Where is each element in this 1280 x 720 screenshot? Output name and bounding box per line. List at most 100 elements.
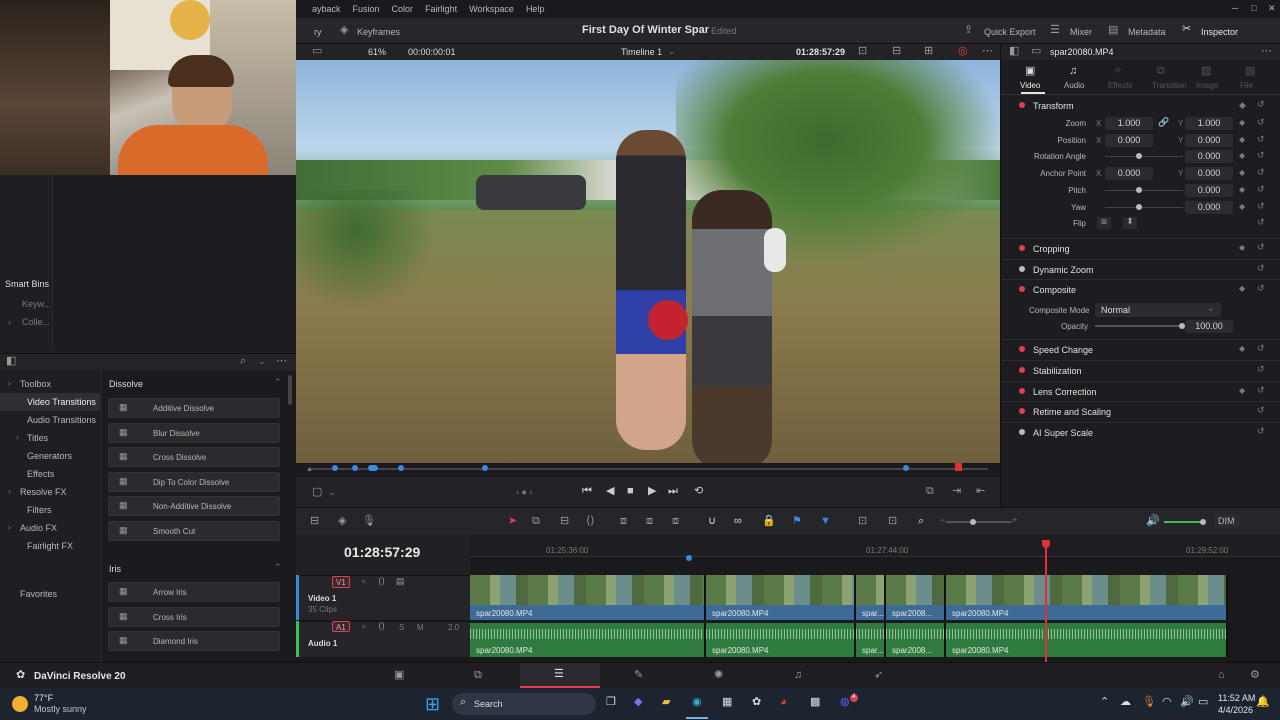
volume-icon[interactable]: 🔊	[1146, 516, 1160, 527]
audio-clip[interactable]: spar...	[856, 623, 886, 657]
video-clip[interactable]: spar2008...	[886, 575, 946, 620]
value-field[interactable]: 0.000	[1185, 167, 1233, 181]
transition-item[interactable]: ▦ Diamond Iris	[108, 631, 280, 652]
replace-clip-icon[interactable]: ⧈	[672, 516, 679, 527]
prev-edit-icon[interactable]: ⇥	[952, 486, 961, 497]
value-field[interactable]: 0.000	[1185, 133, 1233, 147]
transition-item[interactable]: ▦ Cross Iris	[108, 606, 280, 627]
mic-icon[interactable]: 🎙	[1142, 697, 1156, 708]
clock-time[interactable]: 11:52 AM	[1218, 693, 1255, 703]
resolve-taskbar-icon[interactable]: ✿	[752, 697, 761, 708]
keyframe-icon[interactable]: ◆	[1239, 284, 1245, 293]
battery-icon[interactable]: ▭	[1198, 697, 1208, 708]
deliver-page-icon[interactable]: ➶	[874, 670, 883, 681]
inspector-section-header[interactable]: AI Super Scale	[1033, 428, 1093, 438]
zoom-custom-icon[interactable]: ⌕	[918, 516, 924, 527]
store-icon[interactable]: ▦	[722, 697, 732, 708]
inspector-tab[interactable]: ▣ Video	[1013, 64, 1053, 94]
chevron-right-icon[interactable]: ›	[8, 317, 11, 327]
minimize-icon[interactable]: ─	[1232, 3, 1238, 13]
marker[interactable]	[332, 465, 338, 471]
discord-icon[interactable]: ◍	[840, 697, 850, 708]
playhead[interactable]	[1045, 540, 1047, 662]
transition-item[interactable]: ▦ Additive Dissolve	[108, 398, 280, 418]
panel-toggle-icon[interactable]: ◧	[6, 356, 16, 367]
reset-icon[interactable]: ↺	[1257, 217, 1265, 228]
viewer-zoom[interactable]: 61%	[368, 47, 386, 57]
v1-track-tag[interactable]: V1	[332, 576, 350, 588]
wifi-icon[interactable]: ◠	[1162, 697, 1172, 708]
maximize-icon[interactable]: □	[1251, 3, 1256, 13]
composite-mode-select[interactable]: Normal ⌄	[1095, 303, 1221, 317]
media-page-icon[interactable]: ▣	[394, 670, 404, 681]
enable-dot[interactable]	[1019, 429, 1025, 435]
reset-icon[interactable]: ↺	[1257, 283, 1265, 294]
inspector-button[interactable]: Inspector	[1201, 27, 1238, 37]
slider-handle[interactable]	[1136, 203, 1142, 210]
color-page-icon[interactable]: ✺	[714, 670, 723, 681]
video-clip[interactable]: spar...	[856, 575, 886, 620]
weather-icon[interactable]	[12, 696, 28, 712]
more-options-icon[interactable]: ⋯	[276, 356, 287, 367]
go-to-end-icon[interactable]: ⏭	[668, 486, 678, 497]
keyframe-icon[interactable]: ◆	[1239, 185, 1245, 194]
reset-icon[interactable]: ↺	[1257, 242, 1265, 253]
slider-handle[interactable]	[1136, 186, 1142, 193]
opacity-slider[interactable]	[1095, 325, 1183, 327]
audio-clip[interactable]: spar2008...	[886, 623, 946, 657]
volume-handle[interactable]	[1200, 519, 1206, 525]
transition-item[interactable]: ▦ Non-Additive Dissolve	[108, 496, 280, 517]
keyframes-button[interactable]: Keyframes	[357, 27, 400, 37]
reset-icon[interactable]: ↺	[1257, 364, 1265, 375]
tree-item[interactable]: › Audio FX	[0, 519, 100, 537]
video-clip[interactable]: spar20080.MP4	[470, 575, 706, 620]
reset-icon[interactable]: ↺	[1257, 134, 1265, 145]
link-icon[interactable]: 🔗	[1158, 118, 1169, 127]
edge-icon[interactable]: ◉	[692, 697, 702, 708]
volume-slider[interactable]	[1164, 521, 1204, 523]
smart-bin-collections[interactable]: Colle...	[22, 317, 50, 327]
inspector-tab[interactable]: ✧ Effects	[1101, 64, 1141, 92]
reset-icon[interactable]: ↺	[1257, 167, 1265, 178]
zoom-in-icon[interactable]: +	[1012, 515, 1017, 525]
trim-tool-icon[interactable]: ⧉	[532, 516, 540, 527]
dim-button[interactable]: DIM	[1214, 514, 1240, 528]
viewer-scrubber[interactable]: ▲	[296, 463, 1000, 477]
menu-playback[interactable]: ayback	[312, 4, 341, 14]
settings-icon[interactable]: ⚙	[1250, 670, 1260, 681]
clock-date[interactable]: 4/4/2026	[1218, 705, 1253, 715]
edit-page-tab[interactable]: ☰	[520, 663, 600, 688]
menu-help[interactable]: Help	[526, 4, 545, 14]
transform-overlay-icon[interactable]: ⊞	[924, 46, 933, 57]
tree-item[interactable]: › Titles	[0, 429, 100, 447]
enable-dot[interactable]	[1019, 102, 1025, 108]
next-edit-icon[interactable]: ⇤	[976, 486, 985, 497]
speaker-icon[interactable]: 🔊	[1180, 697, 1194, 708]
marker[interactable]	[368, 465, 378, 471]
blade-tool-icon[interactable]: ⟨⟩	[586, 516, 595, 527]
app-icon[interactable]: ▩	[810, 697, 820, 708]
chrome-icon[interactable]: ◕	[780, 697, 787, 708]
chevron-down-icon[interactable]: ⌄	[258, 356, 266, 367]
enable-dot[interactable]	[1019, 266, 1025, 272]
play-reverse-icon[interactable]: ◀	[606, 486, 614, 497]
cloud-icon[interactable]: ☁	[1120, 697, 1131, 708]
mute-button[interactable]: M	[417, 623, 424, 632]
collapse-icon[interactable]: ⌃	[274, 562, 282, 573]
effects-icon[interactable]: ◈	[338, 516, 346, 527]
close-icon[interactable]: ✕	[1268, 3, 1276, 14]
inspector-tab[interactable]: ♫ Audio	[1057, 64, 1097, 92]
viewer-mode-icon[interactable]: ⊡	[858, 46, 867, 57]
chevron-down-icon[interactable]: ⌄	[668, 46, 676, 57]
tree-item[interactable]: › Toolbox	[0, 375, 100, 393]
chevron-right-icon[interactable]: ›	[16, 432, 19, 442]
reset-icon[interactable]: ↺	[1257, 405, 1265, 416]
value-field[interactable]: 0.000	[1185, 150, 1233, 164]
marker[interactable]	[398, 465, 404, 471]
tree-item[interactable]: Generators	[0, 447, 100, 465]
scrollbar[interactable]	[288, 375, 292, 405]
zoom-slider[interactable]	[946, 521, 1012, 523]
marker[interactable]	[352, 465, 358, 471]
video-clip[interactable]: spar20080.MP4	[946, 575, 1228, 620]
tree-item[interactable]: › Resolve FX	[0, 483, 100, 501]
